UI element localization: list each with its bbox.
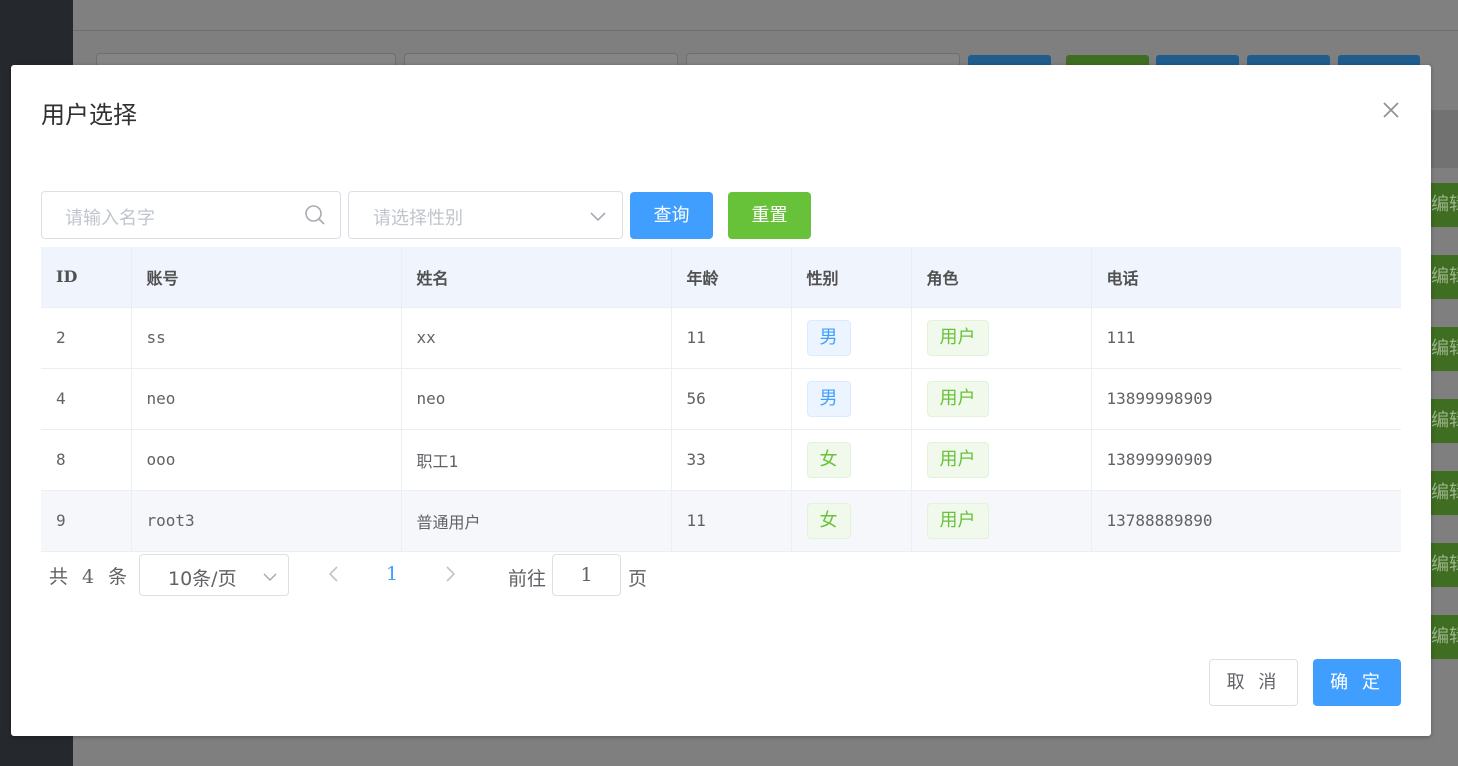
cell-id: 9	[41, 490, 132, 552]
cell-phone: 13899990909	[1091, 429, 1401, 491]
confirm-button[interactable]: 确 定	[1313, 659, 1401, 706]
column-header-id[interactable]: ID	[41, 247, 132, 308]
close-icon[interactable]	[1379, 98, 1403, 122]
gender-tag: 女	[806, 441, 851, 478]
gender-tag: 女	[806, 502, 851, 539]
cancel-button[interactable]: 取 消	[1209, 659, 1298, 706]
page-size-value: 10条/页	[168, 568, 237, 590]
cell-name: 职工1	[401, 429, 672, 491]
column-header-role[interactable]: 角色	[911, 247, 1092, 308]
cell-age: 11	[671, 490, 792, 552]
background-edit-button: 编辑	[1431, 327, 1458, 371]
page-number-current[interactable]: 1	[386, 563, 398, 585]
role-tag: 用户	[926, 319, 989, 356]
table-row[interactable]: 9 root3 普通用户 11 女 用户 13788889890	[41, 490, 1401, 552]
cell-gender: 女	[791, 490, 912, 552]
user-select-dialog: 用户选择 请输入名字 请选择性别 查询 重置 ID 账号 姓名 年龄 性别 角色	[11, 65, 1431, 736]
cell-id: 4	[41, 368, 132, 430]
pagination-total: 共 4 条	[49, 566, 132, 588]
table-row[interactable]: 4 neo neo 56 男 用户 13899998909	[41, 368, 1401, 430]
background-table-header	[1430, 110, 1458, 168]
column-header-account[interactable]: 账号	[131, 247, 402, 308]
cell-id: 8	[41, 429, 132, 491]
cell-account: ss	[131, 307, 402, 369]
column-header-name[interactable]: 姓名	[401, 247, 672, 308]
page-jump-input[interactable]: 1	[552, 554, 621, 596]
gender-select-placeholder: 请选择性别	[373, 208, 463, 229]
cell-age: 11	[671, 307, 792, 369]
name-search-input[interactable]: 请输入名字	[41, 191, 341, 239]
cell-age: 33	[671, 429, 792, 491]
background-edit-button: 编辑	[1431, 471, 1458, 515]
dialog-title: 用户选择	[41, 101, 137, 129]
name-search-placeholder: 请输入名字	[65, 208, 155, 229]
cell-role: 用户	[911, 368, 1092, 430]
cell-account: ooo	[131, 429, 402, 491]
reset-button[interactable]: 重置	[728, 192, 811, 239]
gender-tag: 男	[806, 380, 851, 417]
cell-role: 用户	[911, 307, 1092, 369]
cell-account: root3	[131, 490, 402, 552]
cell-phone: 13788889890	[1091, 490, 1401, 552]
cell-phone: 13899998909	[1091, 368, 1401, 430]
cell-gender: 男	[791, 307, 912, 369]
cell-gender: 男	[791, 368, 912, 430]
chevron-down-icon	[588, 206, 608, 226]
cell-id: 2	[41, 307, 132, 369]
role-tag: 用户	[926, 380, 989, 417]
query-button[interactable]: 查询	[630, 192, 713, 239]
role-tag: 用户	[926, 502, 989, 539]
cell-account: neo	[131, 368, 402, 430]
background-edit-button: 编辑	[1431, 543, 1458, 587]
background-header	[73, 0, 1458, 31]
column-header-gender[interactable]: 性别	[791, 247, 912, 308]
table-row[interactable]: 8 ooo 职工1 33 女 用户 13899990909	[41, 429, 1401, 491]
background-edit-button: 编辑	[1431, 399, 1458, 443]
cell-role: 用户	[911, 429, 1092, 491]
cell-phone: 111	[1091, 307, 1401, 369]
table-header-row: ID 账号 姓名 年龄 性别 角色 电话	[41, 247, 1401, 308]
column-header-age[interactable]: 年龄	[671, 247, 792, 308]
background-edit-button: 编辑	[1431, 255, 1458, 299]
user-table: ID 账号 姓名 年龄 性别 角色 电话 2 ss xx 11 男 用户 111…	[41, 247, 1401, 552]
gender-select[interactable]: 请选择性别	[348, 191, 623, 239]
background-edit-button: 编辑	[1431, 183, 1458, 227]
cell-age: 56	[671, 368, 792, 430]
cell-name: xx	[401, 307, 672, 369]
page-unit-label: 页	[628, 568, 648, 590]
prev-page-button[interactable]	[326, 564, 342, 584]
table-row[interactable]: 2 ss xx 11 男 用户 111	[41, 307, 1401, 369]
chevron-down-icon	[262, 569, 278, 585]
column-header-phone[interactable]: 电话	[1091, 247, 1401, 308]
search-icon[interactable]	[304, 204, 326, 226]
cell-gender: 女	[791, 429, 912, 491]
page-size-select[interactable]: 10条/页	[139, 554, 289, 596]
role-tag: 用户	[926, 441, 989, 478]
cell-name: neo	[401, 368, 672, 430]
cell-name: 普通用户	[401, 490, 672, 552]
goto-label: 前往	[508, 568, 547, 590]
gender-tag: 男	[806, 319, 851, 356]
cell-role: 用户	[911, 490, 1092, 552]
next-page-button[interactable]	[442, 564, 458, 584]
background-edit-button: 编辑	[1431, 615, 1458, 659]
